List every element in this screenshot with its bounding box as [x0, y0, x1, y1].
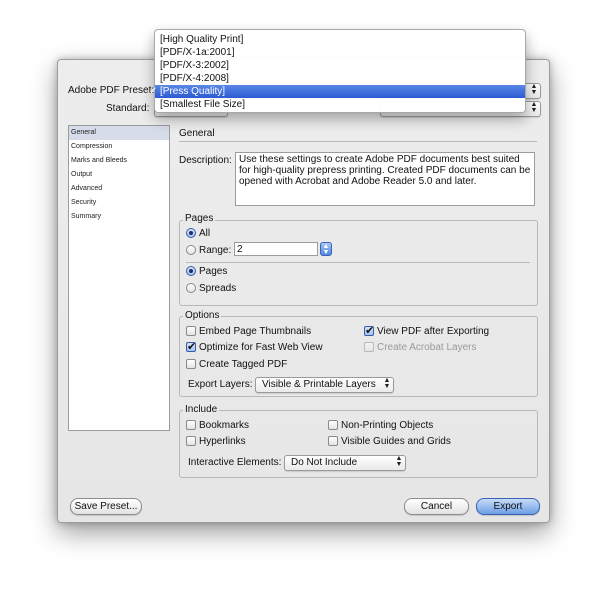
- interactive-elements-select[interactable]: Do Not Include ▲ ▼: [284, 455, 406, 471]
- tagged-pdf-label: Create Tagged PDF: [199, 359, 288, 370]
- view-after-export-label: View PDF after Exporting: [377, 326, 490, 337]
- acrobat-layers-label: Create Acrobat Layers: [377, 342, 477, 353]
- preset-dropdown-menu: [High Quality Print] [PDF/X-1a:2001] [PD…: [149, 29, 526, 113]
- menu-item-smallest-file-size[interactable]: [Smallest File Size]: [155, 98, 525, 111]
- range-stepper[interactable]: ▲ ▼: [320, 242, 332, 256]
- export-layers-value: Visible & Printable Layers: [262, 379, 376, 390]
- embed-thumbnails-label: Embed Page Thumbnails: [199, 326, 312, 337]
- acrobat-layers-checkbox[interactable]: [364, 342, 374, 352]
- radio-pages[interactable]: [186, 266, 196, 276]
- description-text: Use these settings to create Adobe PDF d…: [239, 154, 531, 187]
- category-sidebar: General Compression Marks and Bleeds Out…: [68, 125, 170, 431]
- sidebar-item-summary[interactable]: Summary: [69, 210, 169, 224]
- export-button[interactable]: Export: [476, 498, 540, 515]
- menu-item-press-quality[interactable]: ✓ [Press Quality]: [149, 85, 525, 98]
- export-pdf-dialog: Adobe PDF Preset: ▲▼ Standard: ▲▼ ▲▼ Gen…: [57, 59, 550, 523]
- view-after-export-checkbox[interactable]: [364, 324, 374, 337]
- radio-range-label: Range:: [199, 245, 232, 256]
- cancel-button[interactable]: Cancel: [404, 498, 469, 515]
- description-textarea[interactable]: Use these settings to create Adobe PDF d…: [235, 152, 535, 206]
- menu-item-high-quality-print[interactable]: [High Quality Print]: [155, 33, 525, 46]
- export-layers-label: Export Layers:: [188, 379, 253, 390]
- pages-group-title: Pages: [183, 213, 216, 224]
- radio-range[interactable]: [186, 245, 196, 255]
- range-input[interactable]: 2: [234, 242, 318, 256]
- radio-spreads-label: Spreads: [199, 283, 237, 294]
- tagged-pdf-checkbox[interactable]: [186, 359, 196, 369]
- bookmarks-label: Bookmarks: [199, 420, 250, 431]
- radio-pages-label: Pages: [199, 266, 228, 277]
- updown-arrows-icon: ▲▼: [383, 377, 391, 390]
- optimize-web-checkbox[interactable]: [186, 340, 196, 353]
- embed-thumbnails-checkbox[interactable]: [186, 326, 196, 336]
- checkmark-icon: ✓: [149, 86, 158, 97]
- menu-item-pdfx3[interactable]: [PDF/X-3:2002]: [155, 59, 525, 72]
- sidebar-item-output[interactable]: Output: [69, 168, 169, 182]
- range-input-value: 2: [237, 244, 243, 255]
- non-printing-checkbox[interactable]: [328, 420, 338, 430]
- hyperlinks-checkbox[interactable]: [186, 436, 196, 446]
- optimize-web-label: Optimize for Fast Web View: [199, 342, 323, 353]
- menu-item-pdfx4[interactable]: [PDF/X-4:2008]: [155, 72, 525, 85]
- guides-grids-label: Visible Guides and Grids: [341, 436, 451, 447]
- hyperlinks-label: Hyperlinks: [199, 436, 246, 447]
- updown-arrows-icon: ▲▼: [530, 101, 538, 114]
- radio-spreads[interactable]: [186, 283, 196, 293]
- guides-grids-checkbox[interactable]: [328, 436, 338, 446]
- preset-label: Adobe PDF Preset:: [68, 85, 155, 96]
- interactive-elements-label: Interactive Elements:: [188, 457, 282, 468]
- save-preset-button[interactable]: Save Preset...: [70, 498, 142, 515]
- section-divider: [179, 141, 537, 142]
- updown-arrows-icon: ▲▼: [395, 455, 403, 468]
- sidebar-item-marks-and-bleeds[interactable]: Marks and Bleeds: [69, 154, 169, 168]
- export-layers-select[interactable]: Visible & Printable Layers ▲ ▼: [255, 377, 394, 393]
- radio-all[interactable]: [186, 228, 196, 238]
- radio-all-label: All: [199, 228, 211, 239]
- include-group-title: Include: [183, 404, 220, 415]
- sidebar-item-security[interactable]: Security: [69, 196, 169, 210]
- sidebar-item-advanced[interactable]: Advanced: [69, 182, 169, 196]
- non-printing-label: Non-Printing Objects: [341, 420, 434, 431]
- section-heading: General: [179, 128, 215, 139]
- menu-item-pdfx1a[interactable]: [PDF/X-1a:2001]: [155, 46, 525, 59]
- bookmarks-checkbox[interactable]: [186, 420, 196, 430]
- sidebar-item-compression[interactable]: Compression: [69, 140, 169, 154]
- description-label: Description:: [179, 155, 232, 166]
- pages-divider: [186, 262, 530, 263]
- updown-arrows-icon: ▲▼: [530, 83, 538, 96]
- interactive-elements-value: Do Not Include: [291, 457, 358, 468]
- standard-label: Standard:: [106, 103, 150, 114]
- options-group-title: Options: [183, 310, 222, 321]
- sidebar-item-general[interactable]: General: [69, 126, 169, 140]
